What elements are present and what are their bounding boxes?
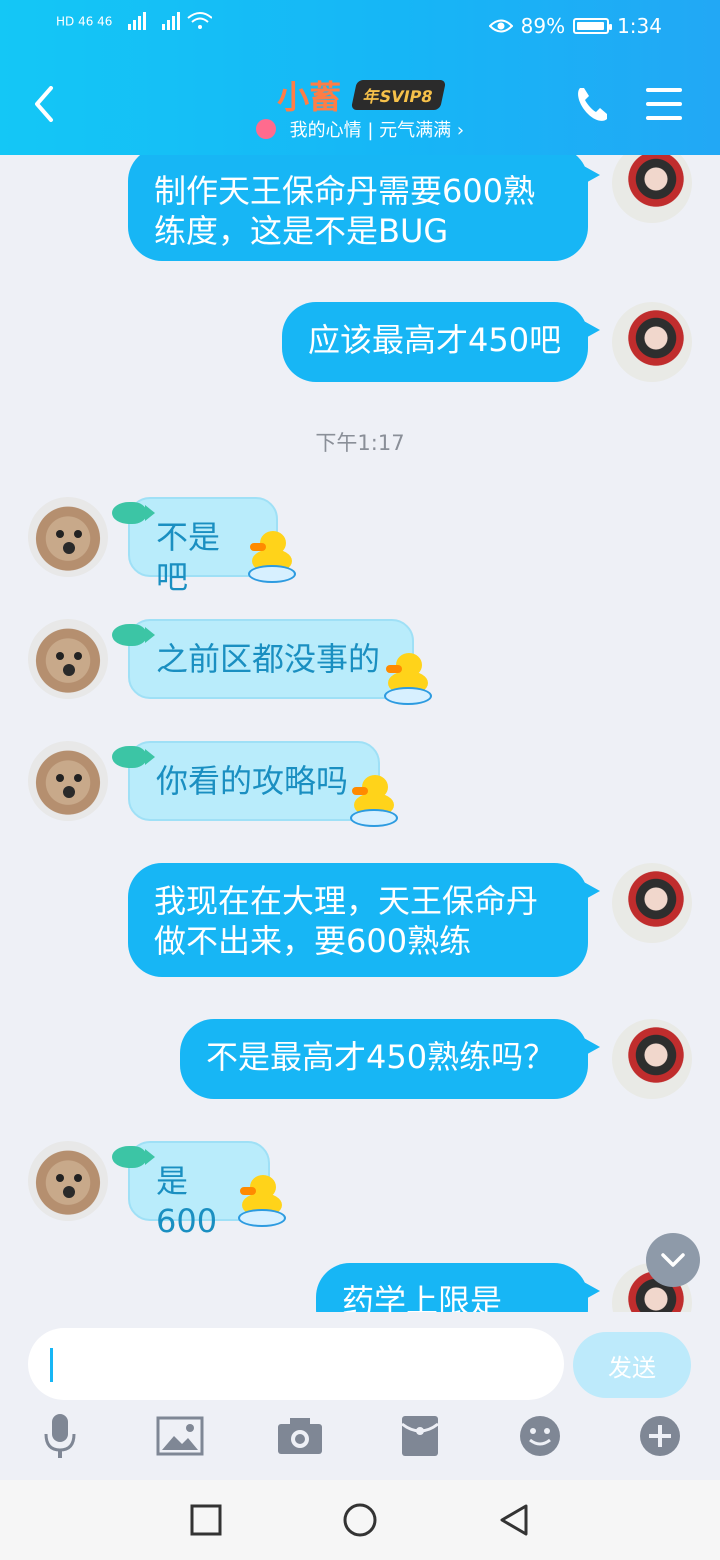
composer: 发送 (0, 1312, 720, 1480)
status-bar: HD 46 46 89% 1:34 (0, 0, 720, 56)
send-button[interactable]: 发送 (573, 1332, 691, 1398)
signal-icon (128, 12, 213, 30)
red-packet-icon[interactable] (396, 1412, 444, 1460)
scroll-to-bottom-button[interactable] (646, 1233, 700, 1287)
message-bubble-me[interactable]: 我现在在大理，天王保命丹 做不出来，要600熟练 (128, 863, 600, 977)
duck-decoration-icon (384, 653, 432, 707)
duck-decoration-icon (238, 1175, 286, 1229)
message-text: 应该最高才450吧 (308, 321, 562, 359)
battery-percent: 89% (520, 14, 566, 38)
my-avatar[interactable] (612, 863, 692, 943)
composer-toolbar (0, 1412, 720, 1472)
message-text: 不是最高才450熟练吗？ (206, 1038, 556, 1076)
peer-avatar[interactable] (28, 497, 108, 577)
message-input[interactable] (28, 1328, 564, 1400)
mood-text: 我的心情 | 元气满满 › (289, 120, 465, 141)
my-avatar[interactable] (612, 302, 692, 382)
clock: 1:34 (617, 14, 662, 38)
message-text: 是600 (156, 1162, 218, 1240)
fish-decoration-icon (112, 624, 155, 646)
mood-emoji-icon (255, 119, 276, 139)
message-bubble-me[interactable]: 药学上限是450 (316, 1263, 600, 1312)
system-nav-bar (0, 1480, 720, 1560)
my-avatar[interactable] (612, 1019, 692, 1099)
title-area[interactable]: 小蓄 年SVIP8 (0, 72, 720, 118)
image-icon[interactable] (156, 1412, 204, 1460)
message-bubble-peer[interactable]: 你看的攻略吗 (128, 741, 380, 821)
message-bubble-peer[interactable]: 之前区都没事的 (128, 619, 414, 699)
peer-avatar[interactable] (28, 1141, 108, 1221)
status-right: 89% 1:34 (488, 14, 662, 38)
fish-decoration-icon (112, 502, 155, 524)
svip-badge: 年SVIP8 (350, 80, 447, 110)
message-bubble-me[interactable]: 不是最高才450熟练吗？ (180, 1019, 600, 1099)
peer-avatar[interactable] (28, 741, 108, 821)
camera-icon[interactable] (276, 1412, 324, 1460)
duck-decoration-icon (350, 775, 398, 829)
fish-decoration-icon (112, 1146, 155, 1168)
chat-header: HD 46 46 89% 1:34 小蓄 年SVIP8 我的心情 | 元气满满 … (0, 0, 720, 155)
text-caret (50, 1348, 53, 1382)
chevron-down-icon (661, 1253, 685, 1267)
fish-decoration-icon (112, 746, 155, 768)
message-text-line: 练度，这是不是BUG (154, 212, 449, 250)
emoji-icon[interactable] (516, 1412, 564, 1460)
mic-icon[interactable] (36, 1412, 84, 1460)
battery-icon (573, 18, 613, 34)
message-text-line: 制作天王保命丹需要600熟 (154, 172, 536, 210)
duck-decoration-icon (248, 531, 296, 585)
plus-icon[interactable] (636, 1412, 684, 1460)
message-text: 不是吧 (156, 518, 221, 596)
message-list[interactable]: 制作天王保命丹需要600熟 练度，这是不是BUG 应该最高才450吧 下午1:1… (0, 155, 720, 1312)
menu-icon[interactable] (646, 88, 682, 120)
message-text: 药学上限是450 (342, 1282, 503, 1312)
message-text-line: 我现在在大理，天王保命丹 (154, 882, 539, 920)
eye-icon (488, 19, 513, 33)
timestamp: 下午1:17 (315, 431, 405, 455)
message-bubble-me[interactable]: 制作天王保命丹需要600熟 练度，这是不是BUG (128, 155, 600, 261)
network-text: HD 46 46 (56, 14, 113, 29)
network-indicators: HD 46 46 (56, 10, 213, 34)
home-icon[interactable] (342, 1502, 378, 1538)
message-text: 你看的攻略吗 (156, 762, 349, 800)
message-text: 之前区都没事的 (156, 640, 381, 678)
message-bubble-me[interactable]: 应该最高才450吧 (282, 302, 600, 382)
back-nav-icon[interactable] (496, 1502, 532, 1538)
peer-avatar[interactable] (28, 619, 108, 699)
phone-icon[interactable] (574, 84, 610, 124)
contact-name: 小蓄 (277, 78, 342, 116)
message-text-line: 做不出来，要600熟练 (154, 922, 472, 960)
my-avatar[interactable] (612, 155, 692, 223)
mood-status[interactable]: 我的心情 | 元气满满 › (0, 116, 720, 142)
recent-apps-icon[interactable] (188, 1502, 224, 1538)
